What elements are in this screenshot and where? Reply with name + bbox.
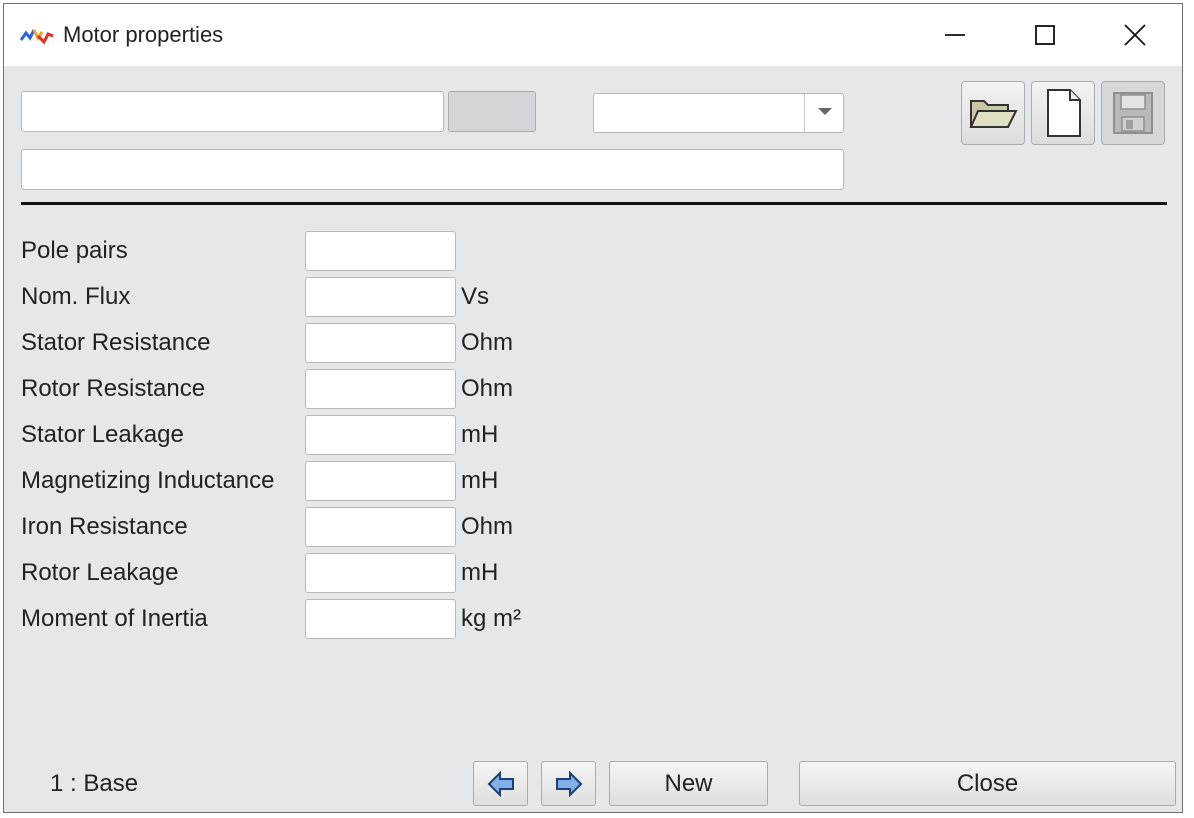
select-button[interactable]: [448, 91, 536, 132]
motor-selector-dropdown[interactable]: [593, 93, 844, 133]
rotor-resistance-input[interactable]: [305, 369, 456, 409]
rotor-leakage-unit: mH: [461, 559, 499, 586]
magnetizing-inductance-input[interactable]: [305, 461, 456, 501]
nom-flux-unit: Vs: [461, 283, 490, 310]
pole-pairs-input[interactable]: [305, 231, 456, 271]
stator-leakage-input[interactable]: [305, 415, 456, 455]
moment-of-inertia-unit: kg m²: [461, 605, 521, 632]
minimize-button[interactable]: [910, 4, 1000, 66]
maximize-button[interactable]: [1000, 4, 1090, 66]
stator-leakage-unit: mH: [461, 421, 499, 448]
rotor-leakage-input[interactable]: [305, 553, 456, 593]
moment-of-inertia-input[interactable]: [305, 599, 456, 639]
stator-resistance-unit: Ohm: [461, 329, 514, 356]
magnetizing-inductance-unit: mH: [461, 467, 499, 494]
motor-name-field[interactable]: [21, 91, 444, 132]
rotor-leakage-label: Rotor Leakage: [21, 559, 179, 586]
moment-of-inertia-label: Moment of Inertia: [21, 605, 208, 632]
iron-resistance-label: Iron Resistance: [21, 513, 188, 540]
folder-open-icon: [969, 100, 1018, 128]
nom-flux-label: Nom. Flux: [21, 283, 131, 310]
save-icon: [1113, 92, 1153, 134]
save-button[interactable]: [1101, 81, 1165, 145]
stator-leakage-label: Stator Leakage: [21, 421, 184, 448]
record-status: 1 : Base: [50, 770, 139, 797]
nom-flux-input[interactable]: [305, 277, 456, 317]
arrow-right-icon: [555, 770, 582, 797]
rotor-resistance-unit: Ohm: [461, 375, 514, 402]
maximize-icon: [1035, 25, 1055, 45]
new-button[interactable]: New: [609, 761, 768, 806]
pole-pairs-label: Pole pairs: [21, 237, 128, 264]
stator-resistance-label: Stator Resistance: [21, 329, 211, 356]
rotor-resistance-label: Rotor Resistance: [21, 375, 206, 402]
chevron-down-icon: [818, 108, 832, 115]
new-file-button[interactable]: [1031, 81, 1095, 145]
close-window-button[interactable]: [1090, 4, 1180, 66]
close-icon: [1124, 24, 1146, 46]
iron-resistance-unit: Ohm: [461, 513, 514, 540]
previous-button[interactable]: [473, 761, 528, 806]
minimize-icon: [945, 34, 965, 36]
description-field[interactable]: [21, 149, 844, 190]
app-icon: [20, 29, 54, 45]
window-title: Motor properties: [63, 22, 224, 47]
open-button[interactable]: [961, 81, 1025, 145]
iron-resistance-input[interactable]: [305, 507, 456, 547]
title-bar[interactable]: Motor properties: [4, 4, 1182, 66]
motor-properties-window: Motor properties Pole pairs Nom. Flux Vs…: [3, 3, 1183, 813]
close-button[interactable]: Close: [799, 761, 1176, 806]
new-file-icon: [1047, 89, 1081, 137]
arrow-left-icon: [487, 770, 514, 797]
next-button[interactable]: [541, 761, 596, 806]
stator-resistance-input[interactable]: [305, 323, 456, 363]
magnetizing-inductance-label: Magnetizing Inductance: [21, 467, 275, 494]
section-divider: [21, 202, 1167, 205]
